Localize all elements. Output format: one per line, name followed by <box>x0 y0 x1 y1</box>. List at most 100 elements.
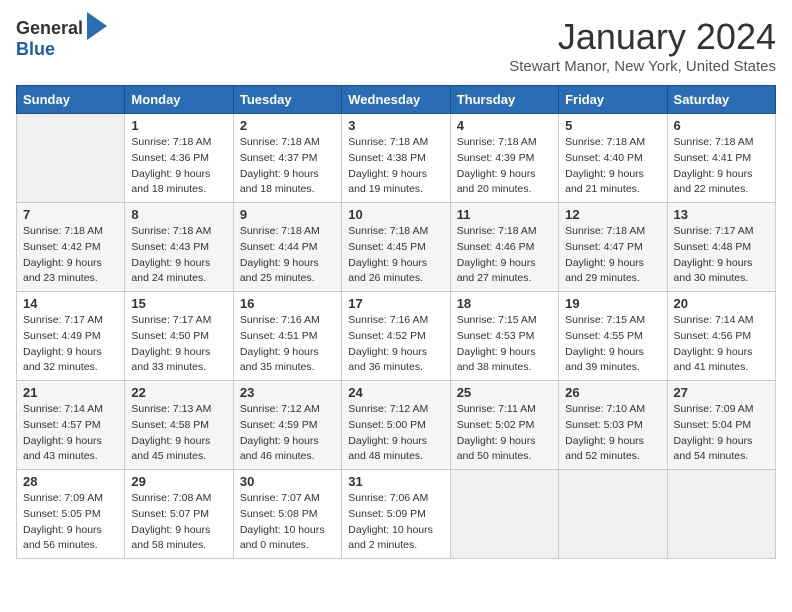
day-number: 5 <box>565 118 660 133</box>
day-number: 31 <box>348 474 443 489</box>
calendar-cell: 29 Sunrise: 7:08 AM Sunset: 5:07 PM Dayli… <box>125 470 233 559</box>
day-number: 24 <box>348 385 443 400</box>
day-info: Sunrise: 7:12 AM Sunset: 5:00 PM Dayligh… <box>348 402 443 465</box>
day-info: Sunrise: 7:17 AM Sunset: 4:50 PM Dayligh… <box>131 313 226 376</box>
day-number: 28 <box>23 474 118 489</box>
calendar-cell: 5 Sunrise: 7:18 AM Sunset: 4:40 PM Daylig… <box>559 114 667 203</box>
day-number: 3 <box>348 118 443 133</box>
day-info: Sunrise: 7:18 AM Sunset: 4:38 PM Dayligh… <box>348 135 443 198</box>
day-info: Sunrise: 7:16 AM Sunset: 4:51 PM Dayligh… <box>240 313 335 376</box>
day-info: Sunrise: 7:09 AM Sunset: 5:04 PM Dayligh… <box>674 402 769 465</box>
calendar-cell: 20Sunrise: 7:14 AM Sunset: 4:56 PM Dayli… <box>667 292 775 381</box>
day-number: 10 <box>348 207 443 222</box>
day-number: 11 <box>457 207 552 222</box>
calendar-cell: 23Sunrise: 7:12 AM Sunset: 4:59 PM Dayli… <box>233 381 341 470</box>
calendar-cell: 27 Sunrise: 7:09 AM Sunset: 5:04 PM Dayli… <box>667 381 775 470</box>
weekday-header-friday: Friday <box>559 86 667 114</box>
calendar-cell: 24 Sunrise: 7:12 AM Sunset: 5:00 PM Dayli… <box>342 381 450 470</box>
weekday-header-saturday: Saturday <box>667 86 775 114</box>
day-number: 26 <box>565 385 660 400</box>
day-number: 23 <box>240 385 335 400</box>
calendar-cell: 28 Sunrise: 7:09 AM Sunset: 5:05 PM Dayli… <box>17 470 125 559</box>
day-number: 18 <box>457 296 552 311</box>
calendar-week-row: 28 Sunrise: 7:09 AM Sunset: 5:05 PM Dayli… <box>17 470 776 559</box>
day-number: 14 <box>23 296 118 311</box>
calendar-cell: 8Sunrise: 7:18 AM Sunset: 4:43 PM Daylig… <box>125 203 233 292</box>
location-text: Stewart Manor, New York, United States <box>509 58 776 75</box>
day-info: Sunrise: 7:18 AM Sunset: 4:40 PM Dayligh… <box>565 135 660 198</box>
logo-arrow-icon <box>87 12 107 40</box>
day-info: Sunrise: 7:18 AM Sunset: 4:42 PM Dayligh… <box>23 224 118 287</box>
weekday-header-tuesday: Tuesday <box>233 86 341 114</box>
calendar-cell: 30Sunrise: 7:07 AM Sunset: 5:08 PM Dayli… <box>233 470 341 559</box>
calendar-cell: 7 Sunrise: 7:18 AM Sunset: 4:42 PM Daylig… <box>17 203 125 292</box>
calendar-cell <box>450 470 558 559</box>
day-info: Sunrise: 7:18 AM Sunset: 4:39 PM Dayligh… <box>457 135 552 198</box>
day-info: Sunrise: 7:18 AM Sunset: 4:44 PM Dayligh… <box>240 224 335 287</box>
weekday-header-sunday: Sunday <box>17 86 125 114</box>
day-info: Sunrise: 7:06 AM Sunset: 5:09 PM Dayligh… <box>348 491 443 554</box>
calendar-cell: 22Sunrise: 7:13 AM Sunset: 4:58 PM Dayli… <box>125 381 233 470</box>
calendar-cell: 3 Sunrise: 7:18 AM Sunset: 4:38 PM Daylig… <box>342 114 450 203</box>
calendar-cell: 14 Sunrise: 7:17 AM Sunset: 4:49 PM Dayli… <box>17 292 125 381</box>
calendar-week-row: 7 Sunrise: 7:18 AM Sunset: 4:42 PM Daylig… <box>17 203 776 292</box>
month-title: January 2024 <box>509 16 776 58</box>
day-number: 17 <box>348 296 443 311</box>
day-info: Sunrise: 7:15 AM Sunset: 4:53 PM Dayligh… <box>457 313 552 376</box>
logo: General Blue <box>16 16 107 58</box>
day-info: Sunrise: 7:17 AM Sunset: 4:49 PM Dayligh… <box>23 313 118 376</box>
day-info: Sunrise: 7:07 AM Sunset: 5:08 PM Dayligh… <box>240 491 335 554</box>
calendar-cell: 17Sunrise: 7:16 AM Sunset: 4:52 PM Dayli… <box>342 292 450 381</box>
calendar-cell: 26 Sunrise: 7:10 AM Sunset: 5:03 PM Dayli… <box>559 381 667 470</box>
calendar-cell: 31 Sunrise: 7:06 AM Sunset: 5:09 PM Dayli… <box>342 470 450 559</box>
weekday-header-thursday: Thursday <box>450 86 558 114</box>
weekday-header-row: SundayMondayTuesdayWednesdayThursdayFrid… <box>17 86 776 114</box>
calendar-cell: 18 Sunrise: 7:15 AM Sunset: 4:53 PM Dayli… <box>450 292 558 381</box>
day-info: Sunrise: 7:13 AM Sunset: 4:58 PM Dayligh… <box>131 402 226 465</box>
weekday-header-monday: Monday <box>125 86 233 114</box>
title-section: January 2024 Stewart Manor, New York, Un… <box>509 16 776 75</box>
day-number: 25 <box>457 385 552 400</box>
day-number: 16 <box>240 296 335 311</box>
day-info: Sunrise: 7:09 AM Sunset: 5:05 PM Dayligh… <box>23 491 118 554</box>
day-info: Sunrise: 7:10 AM Sunset: 5:03 PM Dayligh… <box>565 402 660 465</box>
day-info: Sunrise: 7:14 AM Sunset: 4:57 PM Dayligh… <box>23 402 118 465</box>
day-info: Sunrise: 7:18 AM Sunset: 4:45 PM Dayligh… <box>348 224 443 287</box>
page-header: General Blue January 2024 Stewart Manor,… <box>16 16 776 75</box>
calendar-cell: 19 Sunrise: 7:15 AM Sunset: 4:55 PM Dayli… <box>559 292 667 381</box>
day-info: Sunrise: 7:08 AM Sunset: 5:07 PM Dayligh… <box>131 491 226 554</box>
calendar-table: SundayMondayTuesdayWednesdayThursdayFrid… <box>16 85 776 559</box>
calendar-week-row: 1 Sunrise: 7:18 AM Sunset: 4:36 PM Daylig… <box>17 114 776 203</box>
day-info: Sunrise: 7:18 AM Sunset: 4:46 PM Dayligh… <box>457 224 552 287</box>
day-number: 21 <box>23 385 118 400</box>
calendar-cell: 13 Sunrise: 7:17 AM Sunset: 4:48 PM Dayli… <box>667 203 775 292</box>
calendar-cell: 1 Sunrise: 7:18 AM Sunset: 4:36 PM Daylig… <box>125 114 233 203</box>
calendar-cell: 21 Sunrise: 7:14 AM Sunset: 4:57 PM Dayli… <box>17 381 125 470</box>
day-number: 27 <box>674 385 769 400</box>
logo-general-text: General <box>16 19 83 37</box>
calendar-cell: 12Sunrise: 7:18 AM Sunset: 4:47 PM Dayli… <box>559 203 667 292</box>
day-info: Sunrise: 7:17 AM Sunset: 4:48 PM Dayligh… <box>674 224 769 287</box>
calendar-cell: 6Sunrise: 7:18 AM Sunset: 4:41 PM Daylig… <box>667 114 775 203</box>
day-number: 8 <box>131 207 226 222</box>
day-info: Sunrise: 7:15 AM Sunset: 4:55 PM Dayligh… <box>565 313 660 376</box>
day-info: Sunrise: 7:18 AM Sunset: 4:41 PM Dayligh… <box>674 135 769 198</box>
calendar-cell: 4 Sunrise: 7:18 AM Sunset: 4:39 PM Daylig… <box>450 114 558 203</box>
calendar-cell: 25 Sunrise: 7:11 AM Sunset: 5:02 PM Dayli… <box>450 381 558 470</box>
calendar-cell: 10 Sunrise: 7:18 AM Sunset: 4:45 PM Dayli… <box>342 203 450 292</box>
day-info: Sunrise: 7:11 AM Sunset: 5:02 PM Dayligh… <box>457 402 552 465</box>
day-number: 1 <box>131 118 226 133</box>
day-number: 7 <box>23 207 118 222</box>
day-number: 2 <box>240 118 335 133</box>
day-info: Sunrise: 7:18 AM Sunset: 4:36 PM Dayligh… <box>131 135 226 198</box>
day-info: Sunrise: 7:18 AM Sunset: 4:37 PM Dayligh… <box>240 135 335 198</box>
day-number: 4 <box>457 118 552 133</box>
calendar-cell: 16 Sunrise: 7:16 AM Sunset: 4:51 PM Dayli… <box>233 292 341 381</box>
calendar-cell <box>667 470 775 559</box>
day-number: 29 <box>131 474 226 489</box>
calendar-week-row: 21 Sunrise: 7:14 AM Sunset: 4:57 PM Dayli… <box>17 381 776 470</box>
day-number: 19 <box>565 296 660 311</box>
day-info: Sunrise: 7:14 AM Sunset: 4:56 PM Dayligh… <box>674 313 769 376</box>
calendar-week-row: 14 Sunrise: 7:17 AM Sunset: 4:49 PM Dayli… <box>17 292 776 381</box>
day-number: 13 <box>674 207 769 222</box>
